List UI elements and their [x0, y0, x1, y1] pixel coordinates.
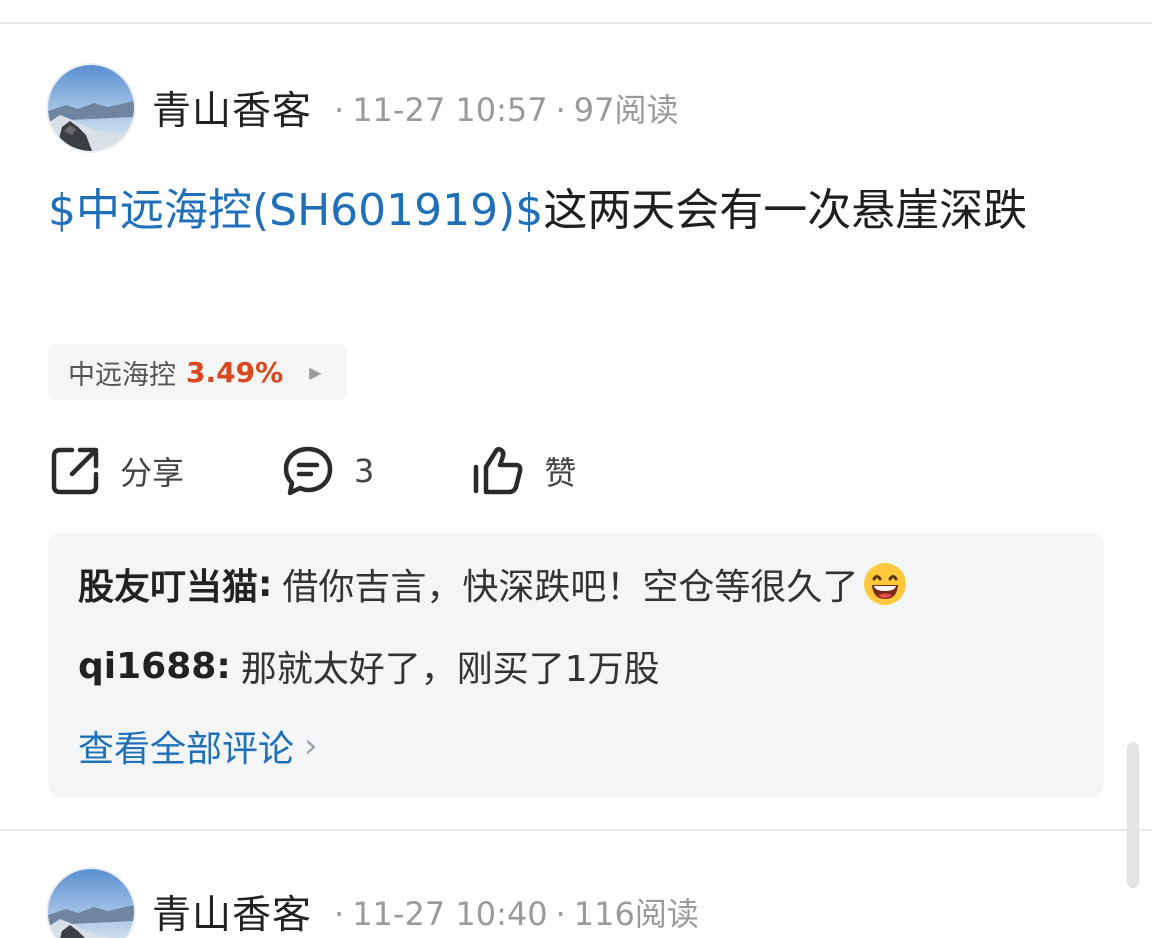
- stock-name: 中远海控: [68, 359, 176, 391]
- meta-separator: ·: [334, 91, 345, 129]
- view-all-comments-link[interactable]: 查看全部评论 ›: [78, 721, 318, 771]
- stock-link[interactable]: $中远海控(SH601919)$: [48, 185, 543, 236]
- post-divider: [0, 829, 1152, 831]
- author-name[interactable]: 青山香客: [152, 80, 312, 136]
- grin-emoji-icon: [864, 563, 907, 605]
- comment-text: 借你吉言，快深跌吧！空仓等很久了: [282, 567, 859, 608]
- like-button[interactable]: 赞: [470, 443, 576, 499]
- comment-item[interactable]: qi1688: 那就太好了，刚买了1万股: [78, 641, 660, 691]
- like-icon: [474, 446, 523, 495]
- read-count: 97阅读: [573, 91, 679, 129]
- post-header: 青山香客 · 11-27 10:57 · 97阅读: [48, 64, 678, 152]
- author-name[interactable]: 青山香客: [152, 884, 312, 938]
- like-label: 赞: [544, 454, 577, 492]
- post-header: 青山香客 · 11-27 10:40 · 116阅读: [48, 868, 699, 938]
- avatar[interactable]: [48, 65, 134, 151]
- stock-quote-chip[interactable]: 中远海控 3.49% ▶: [48, 344, 348, 400]
- meta-separator: ·: [555, 91, 566, 129]
- post-time: 11-27 10:57: [352, 91, 548, 129]
- post-meta: · 11-27 10:40 · 116阅读: [326, 889, 699, 935]
- share-icon: [51, 447, 99, 495]
- chevron-right-icon: ›: [304, 726, 318, 766]
- post-content[interactable]: $中远海控(SH601919)$这两天会有一次悬崖深跌: [48, 176, 1108, 246]
- comment-user[interactable]: 股友叮当猫: [78, 558, 258, 610]
- comment-separator: :: [216, 645, 231, 687]
- meta-separator: ·: [555, 895, 566, 933]
- comment-count: 3: [354, 452, 375, 490]
- view-all-label: 查看全部评论: [78, 729, 295, 770]
- scrollbar[interactable]: [1127, 742, 1139, 888]
- post-meta: · 11-27 10:57 · 97阅读: [326, 85, 678, 131]
- comment-button[interactable]: 3: [280, 443, 374, 499]
- post-actions: 分享 3 赞: [48, 442, 662, 500]
- share-label: 分享: [120, 454, 185, 492]
- post-time: 11-27 10:40: [352, 895, 548, 933]
- comment-icon: [283, 446, 333, 496]
- post-body-text: 这两天会有一次悬崖深跌: [543, 185, 1028, 236]
- stock-change: 3.49%: [186, 355, 284, 389]
- comment-text: 那就太好了，刚买了1万股: [240, 649, 660, 690]
- caret-right-icon: ▶: [309, 362, 322, 382]
- top-divider: [0, 22, 1152, 24]
- share-button[interactable]: 分享: [48, 444, 184, 498]
- comment-item[interactable]: 股友叮当猫: 借你吉言，快深跌吧！空仓等很久了: [78, 559, 908, 609]
- read-count: 116阅读: [573, 895, 699, 933]
- avatar[interactable]: [48, 869, 134, 938]
- comment-separator: :: [258, 563, 273, 605]
- comment-user[interactable]: qi1688: [78, 646, 216, 687]
- comment-preview-panel[interactable]: 股友叮当猫: 借你吉言，快深跌吧！空仓等很久了 qi1688: 那就太好了，刚买了1…: [48, 533, 1104, 797]
- meta-separator: ·: [334, 895, 345, 933]
- feed-page: 青山香客 · 11-27 10:57 · 97阅读 $中远海控(SH601919)$这…: [0, 0, 1152, 938]
